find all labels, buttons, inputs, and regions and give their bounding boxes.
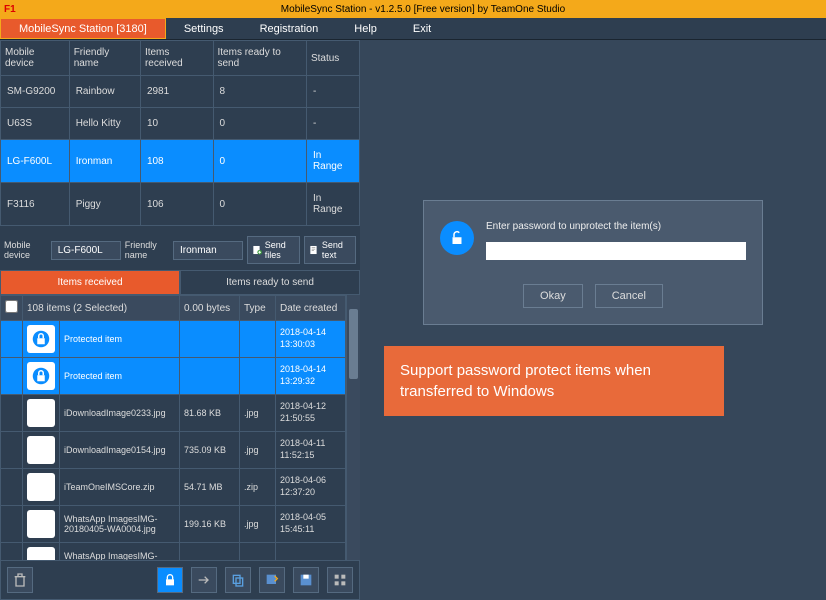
- tab-items-ready[interactable]: Items ready to send: [180, 270, 360, 295]
- item-thumb: [23, 395, 60, 432]
- items-col[interactable]: 0.00 bytes: [180, 296, 240, 321]
- password-dialog: Enter password to unprotect the item(s) …: [423, 200, 763, 325]
- send-files-button[interactable]: Send files: [247, 236, 300, 264]
- menu-settings[interactable]: Settings: [166, 18, 242, 39]
- send-files-icon: [252, 243, 263, 257]
- item-thumb: [23, 432, 60, 469]
- bottom-toolbar: [0, 560, 360, 600]
- left-panel: Mobile deviceFriendly nameItems received…: [0, 40, 360, 600]
- titlebar: F1 MobileSync Station - v1.2.5.0 [Free v…: [0, 0, 826, 18]
- item-name: Protected item: [60, 321, 180, 358]
- app-icon: F1: [4, 4, 24, 15]
- dialog-prompt: Enter password to unprotect the item(s): [486, 221, 746, 232]
- items-table: 108 items (2 Selected)0.00 bytesTypeDate…: [0, 295, 346, 560]
- item-row[interactable]: WhatsApp ImagesIMG-20180405-WA0004.jpg19…: [1, 506, 346, 543]
- device-row[interactable]: F3116Piggy1060In Range: [1, 183, 360, 226]
- items-col[interactable]: Type: [240, 296, 276, 321]
- save-icon: [298, 572, 314, 588]
- items-tabs: Items received Items ready to send: [0, 270, 360, 295]
- item-thumb: [23, 469, 60, 506]
- send-text-icon: [309, 243, 320, 257]
- okay-button[interactable]: Okay: [523, 284, 583, 308]
- save-as-button[interactable]: [259, 567, 285, 593]
- password-input[interactable]: [486, 242, 746, 260]
- select-all-checkbox[interactable]: [5, 300, 18, 313]
- friendly-name-label: Friendly name: [125, 240, 169, 260]
- device-col[interactable]: Friendly name: [69, 41, 140, 76]
- items-summary: 108 items (2 Selected): [23, 296, 180, 321]
- item-thumb: [23, 543, 60, 561]
- item-thumb: [23, 506, 60, 543]
- item-name: WhatsApp ImagesIMG-20180404-: [60, 543, 180, 561]
- item-row[interactable]: Protected item2018-04-1413:30:03: [1, 321, 346, 358]
- menu-exit[interactable]: Exit: [395, 18, 449, 39]
- item-name: iDownloadImage0154.jpg: [60, 432, 180, 469]
- window-title: MobileSync Station - v1.2.5.0 [Free vers…: [24, 4, 822, 15]
- items-col[interactable]: Date created: [276, 296, 346, 321]
- right-panel: Enter password to unprotect the item(s) …: [360, 40, 826, 600]
- device-row[interactable]: LG-F600LIronman1080In Range: [1, 140, 360, 183]
- scrollbar-thumb[interactable]: [349, 309, 358, 379]
- device-row[interactable]: U63SHello Kitty100-: [1, 108, 360, 140]
- device-col[interactable]: Mobile device: [1, 41, 70, 76]
- export-button[interactable]: [191, 567, 217, 593]
- device-table: Mobile deviceFriendly nameItems received…: [0, 40, 360, 226]
- save-pencil-icon: [264, 572, 280, 588]
- item-row[interactable]: iDownloadImage0233.jpg81.68 KB.jpg2018-0…: [1, 395, 346, 432]
- menu-help[interactable]: Help: [336, 18, 395, 39]
- item-row[interactable]: iDownloadImage0154.jpg735.09 KB.jpg2018-…: [1, 432, 346, 469]
- item-name: WhatsApp ImagesIMG-20180405-WA0004.jpg: [60, 506, 180, 543]
- lock-icon: [162, 572, 178, 588]
- item-thumb: [23, 321, 60, 358]
- device-col[interactable]: Items ready to send: [213, 41, 306, 76]
- copy-icon: [230, 572, 246, 588]
- menu-mobilesync-station-3180-[interactable]: MobileSync Station [3180]: [0, 18, 166, 39]
- selected-device-bar: Mobile device LG-F600L Friendly name Iro…: [0, 230, 360, 270]
- delete-button[interactable]: [7, 567, 33, 593]
- grid-view-button[interactable]: [327, 567, 353, 593]
- item-thumb: [23, 358, 60, 395]
- device-col[interactable]: Items received: [140, 41, 213, 76]
- mobile-device-field[interactable]: LG-F600L: [51, 241, 121, 260]
- items-scrollbar[interactable]: [346, 295, 360, 560]
- item-name: iTeamOneIMSCore.zip: [60, 469, 180, 506]
- device-row[interactable]: SM-G9200Rainbow29818-: [1, 76, 360, 108]
- unlock-icon: [440, 221, 474, 255]
- cancel-button[interactable]: Cancel: [595, 284, 663, 308]
- mobile-device-label: Mobile device: [4, 240, 47, 260]
- grid-icon: [332, 572, 348, 588]
- menubar: MobileSync Station [3180]SettingsRegistr…: [0, 18, 826, 40]
- menu-registration[interactable]: Registration: [242, 18, 337, 39]
- feature-callout: Support password protect items when tran…: [384, 346, 724, 416]
- item-name: iDownloadImage0233.jpg: [60, 395, 180, 432]
- send-text-button[interactable]: Send text: [304, 236, 356, 264]
- copy-button[interactable]: [225, 567, 251, 593]
- item-row[interactable]: Protected item2018-04-1413:29:32: [1, 358, 346, 395]
- trash-icon: [12, 572, 28, 588]
- device-col[interactable]: Status: [306, 41, 359, 76]
- save-button[interactable]: [293, 567, 319, 593]
- item-row[interactable]: WhatsApp ImagesIMG-20180404-: [1, 543, 346, 561]
- lock-button[interactable]: [157, 567, 183, 593]
- item-row[interactable]: iTeamOneIMSCore.zip54.71 MB.zip2018-04-0…: [1, 469, 346, 506]
- item-name: Protected item: [60, 358, 180, 395]
- tab-items-received[interactable]: Items received: [0, 270, 180, 295]
- arrow-right-icon: [196, 572, 212, 588]
- friendly-name-field[interactable]: Ironman: [173, 241, 243, 260]
